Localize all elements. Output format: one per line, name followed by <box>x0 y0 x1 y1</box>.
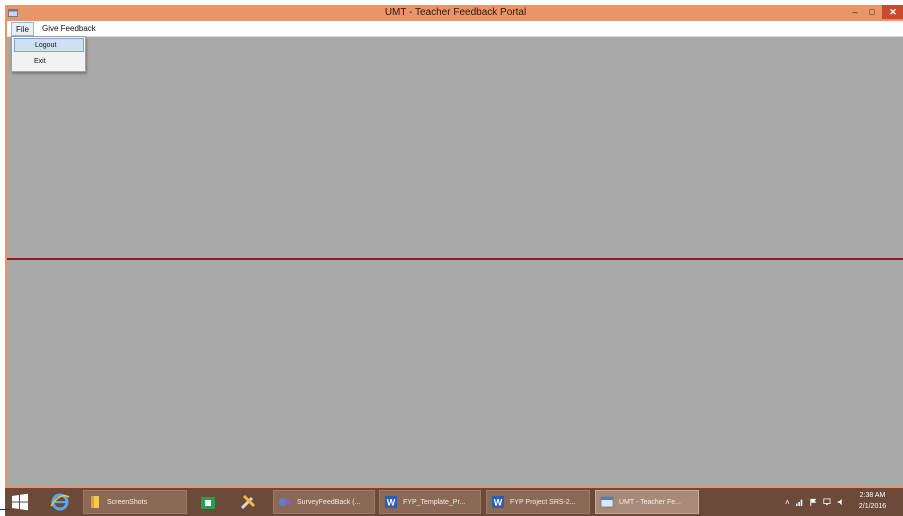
desktop-screen: UMT - Teacher Feedback Portal – □ ✕ File… <box>0 0 903 516</box>
mdi-client-area <box>7 37 903 486</box>
taskbar-label: FYP_Template_Pr... <box>403 498 466 506</box>
svg-text:W: W <box>494 498 503 508</box>
internet-explorer-icon[interactable] <box>45 490 75 514</box>
maximize-button[interactable]: □ <box>865 5 879 19</box>
edge-artifact-line <box>0 509 10 510</box>
taskbar-button-fyp-template[interactable]: W FYP_Template_Pr... <box>379 490 481 514</box>
close-button[interactable]: ✕ <box>882 5 903 19</box>
menu-item-exit[interactable]: Exit <box>14 55 84 69</box>
taskbar-button-surveyfeedback[interactable]: SurveyFeedBack (... <box>273 490 375 514</box>
svg-text:W: W <box>387 498 396 508</box>
app-window-icon <box>600 496 614 508</box>
signal-icon[interactable] <box>795 497 804 507</box>
taskbar-button-fyp-srs[interactable]: W FYP Project SRS-2... <box>486 490 590 514</box>
minimize-button[interactable]: – <box>848 5 862 19</box>
taskbar-label: SurveyFeedBack (... <box>297 498 361 506</box>
taskbar: ScreenShots SurveyFeedBack (... W FYP_Te… <box>5 488 903 516</box>
horizontal-divider <box>7 258 903 260</box>
clock-date: 2/1/2016 <box>858 503 887 510</box>
file-dropdown-menu: Logout Exit <box>11 36 86 72</box>
system-clock[interactable]: 2:38 AM 2/1/2016 <box>845 490 900 514</box>
flag-icon[interactable] <box>809 497 818 507</box>
clock-time: 2:38 AM <box>859 492 886 499</box>
taskbar-label: ScreenShots <box>107 498 148 506</box>
menu-item-logout[interactable]: Logout <box>14 38 84 52</box>
word-icon: W <box>385 496 397 508</box>
visual-studio-icon <box>279 498 291 506</box>
folder-icon <box>91 496 99 508</box>
taskbar-button-screenshots[interactable]: ScreenShots <box>83 490 187 514</box>
menu-give-feedback[interactable]: Give Feedback <box>38 22 100 36</box>
store-icon[interactable] <box>193 490 223 514</box>
tools-icon[interactable] <box>233 490 263 514</box>
window-title: UMT - Teacher Feedback Portal <box>384 7 527 18</box>
volume-icon[interactable] <box>837 497 845 507</box>
word-icon: W <box>492 496 504 508</box>
show-hidden-icons-button[interactable]: ˄ <box>785 498 790 507</box>
taskbar-button-umt-portal[interactable]: UMT - Teacher Fe... <box>595 490 699 514</box>
app-window: UMT - Teacher Feedback Portal – □ ✕ File… <box>5 5 903 488</box>
windows-start-icon[interactable] <box>9 492 31 512</box>
taskbar-label: UMT - Teacher Fe... <box>619 498 681 506</box>
menu-bar: File Give Feedback <box>7 21 903 37</box>
title-bar[interactable]: UMT - Teacher Feedback Portal – □ ✕ <box>5 5 903 21</box>
menu-file[interactable]: File <box>11 22 34 36</box>
network-icon[interactable] <box>823 497 831 507</box>
system-tray: ˄ <box>785 494 845 510</box>
taskbar-label: FYP Project SRS-2... <box>510 498 576 506</box>
